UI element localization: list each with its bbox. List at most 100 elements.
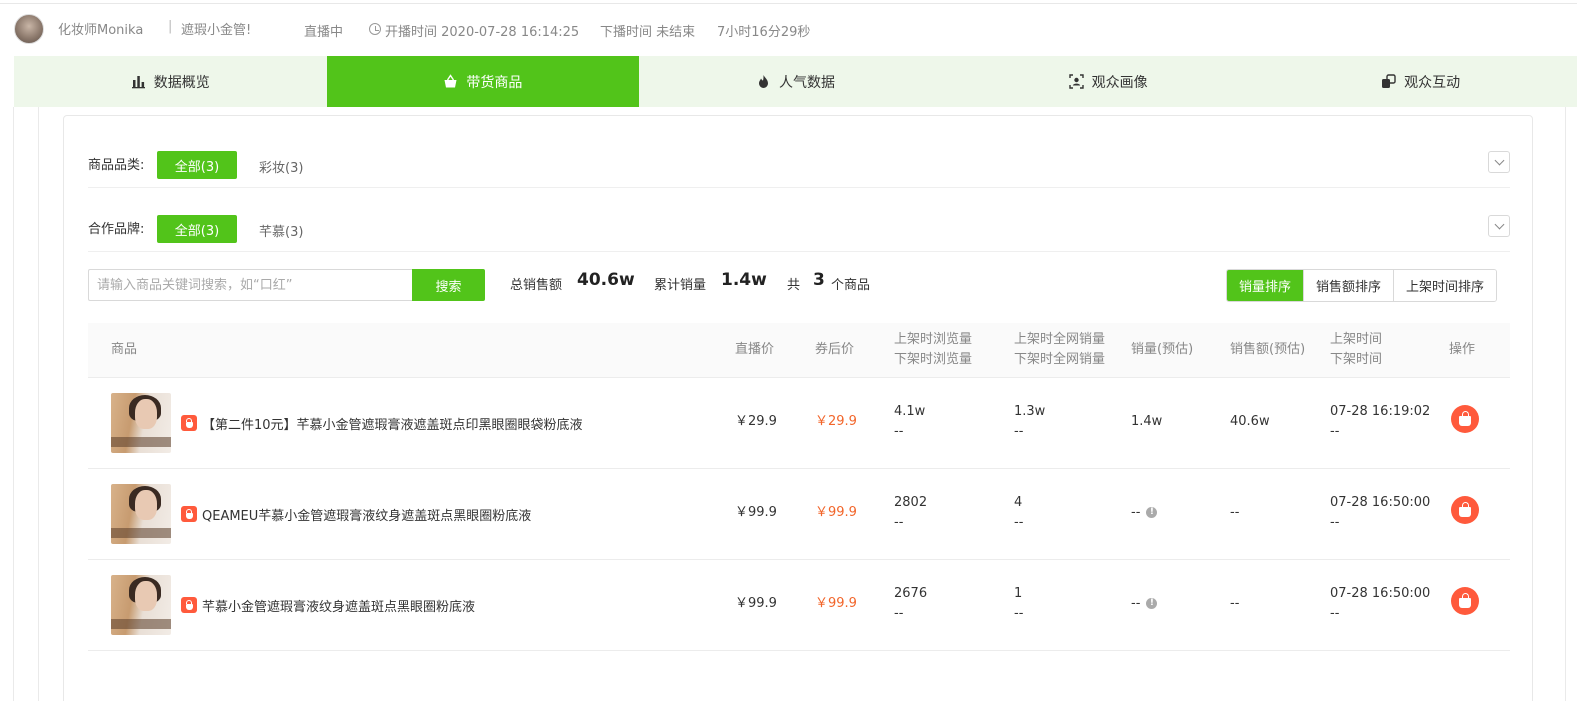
tab-data-overview[interactable]: 数据概览 <box>14 56 327 107</box>
category-all-button[interactable]: 全部(3) <box>157 151 237 179</box>
clock-icon <box>369 23 381 35</box>
live-price: ￥99.9 <box>735 505 777 520</box>
info-icon[interactable]: ! <box>1146 507 1158 518</box>
header-time-down: 下架时间 <box>1330 352 1383 367</box>
time-down: -- <box>1330 606 1340 621</box>
live-duration: 7小时16分29秒 <box>717 25 811 40</box>
chevron-down-icon <box>1494 155 1504 165</box>
end-time: 下播时间 未结束 <box>600 25 696 40</box>
views-up: 2676 <box>894 586 928 601</box>
tab-popularity[interactable]: 人气数据 <box>639 56 952 107</box>
volume: -- <box>1131 505 1141 520</box>
side-divider <box>38 107 39 701</box>
tab-products[interactable]: 带货商品 <box>326 56 640 107</box>
coupon-price: ￥29.9 <box>815 414 857 429</box>
tab-audience-interaction[interactable]: 观众互动 <box>1264 56 1577 107</box>
views-down: -- <box>894 515 904 530</box>
tab-bar: 数据概览 带货商品 人气数据 观众画像 观众互动 <box>14 56 1577 107</box>
bar-chart-icon <box>131 76 145 89</box>
flame-icon <box>758 75 768 88</box>
revenue: -- <box>1230 596 1240 611</box>
header-action: 操作 <box>1449 342 1476 357</box>
coupon-price: ￥99.9 <box>815 505 857 520</box>
table-row: 芊慕小金管遮瑕膏液纹身遮盖斑点黑眼圈粉底液 ￥99.9 ￥99.9 2676 -… <box>88 560 1510 651</box>
category-filter: 商品品类: 全部(3) 彩妆(3) <box>88 124 1510 188</box>
live-price: ￥99.9 <box>735 596 777 611</box>
total-volume-label: 累计销量 <box>654 278 707 293</box>
product-name[interactable]: 芊慕小金管遮瑕膏液纹身遮盖斑点黑眼圈粉底液 <box>202 596 475 615</box>
time-up: 07-28 16:19:02 <box>1330 404 1431 419</box>
view-product-button[interactable] <box>1451 496 1479 524</box>
user-scan-icon <box>1068 74 1084 89</box>
tab-label: 带货商品 <box>466 74 523 91</box>
product-image[interactable] <box>111 484 171 544</box>
product-search-input[interactable] <box>88 269 412 301</box>
sort-by-sales-button[interactable]: 销售额排序 <box>1303 270 1394 301</box>
brand-filter: 合作品牌: 全部(3) 芊慕(3) <box>88 188 1510 252</box>
anchor-name[interactable]: 化妆师Monika <box>58 19 143 38</box>
volume-cell: --! <box>1131 594 1158 614</box>
product-count-suffix: 个商品 <box>831 278 871 293</box>
product-count-prefix: 共 <box>787 278 801 293</box>
header-separator: | <box>168 19 173 34</box>
live-title: 遮瑕小金管! <box>181 23 252 38</box>
live-header: 化妆师Monika | 遮瑕小金管! 直播中 开播时间 2020-07-28 1… <box>0 4 1577 56</box>
category-expand-button[interactable] <box>1488 151 1510 173</box>
brand-option-qianmu[interactable]: 芊慕(3) <box>259 221 303 240</box>
brand-expand-button[interactable] <box>1488 215 1510 237</box>
interaction-icon <box>1382 74 1396 88</box>
avatar[interactable] <box>14 14 44 44</box>
side-divider <box>1565 107 1566 701</box>
net-sales-down: -- <box>1014 606 1024 621</box>
tab-label: 数据概览 <box>153 74 210 91</box>
view-product-button[interactable] <box>1451 587 1479 615</box>
chevron-down-icon <box>1494 219 1504 229</box>
view-product-button[interactable] <box>1451 405 1479 433</box>
tmall-bag-icon <box>181 415 197 431</box>
header-views-up: 上架时浏览量 <box>894 332 973 347</box>
sort-group: 销量排序 销售额排序 上架时间排序 <box>1226 269 1498 302</box>
brand-all-button[interactable]: 全部(3) <box>157 215 237 243</box>
info-icon[interactable]: ! <box>1146 598 1158 609</box>
header-views-down: 下架时浏览量 <box>894 352 973 367</box>
live-price: ￥29.9 <box>735 414 777 429</box>
tmall-bag-icon <box>181 597 197 613</box>
search-button[interactable]: 搜索 <box>412 269 485 301</box>
category-filter-label: 商品品类: <box>88 158 145 173</box>
product-image[interactable] <box>111 575 171 635</box>
table-row: 【第二件10元】芊慕小金管遮瑕膏液遮盖斑点印黑眼圈眼袋粉底液 ￥29.9 ￥29… <box>88 378 1510 469</box>
header-revenue: 销售额(预估) <box>1230 342 1306 357</box>
revenue: 40.6w <box>1230 414 1270 429</box>
net-sales-up: 1 <box>1014 586 1023 601</box>
shopping-bag-icon <box>1459 593 1471 608</box>
tab-label: 观众互动 <box>1404 74 1461 91</box>
tab-audience-profile[interactable]: 观众画像 <box>952 56 1265 107</box>
coupon-price: ￥99.9 <box>815 596 857 611</box>
header-net-sales-up: 上架时全网销量 <box>1014 332 1106 347</box>
live-status: 直播中 <box>304 25 344 40</box>
shopping-bag-icon <box>1459 411 1471 426</box>
products-panel: 商品品类: 全部(3) 彩妆(3) 合作品牌: 全部(3) 芊慕(3) 搜索 总… <box>63 115 1533 701</box>
header-time-up: 上架时间 <box>1330 332 1383 347</box>
net-sales-up: 1.3w <box>1014 404 1046 419</box>
views-down: -- <box>894 606 904 621</box>
sort-by-time-button[interactable]: 上架时间排序 <box>1393 270 1497 301</box>
start-time: 开播时间 2020-07-28 16:14:25 <box>385 25 580 40</box>
sort-by-volume-button[interactable]: 销量排序 <box>1227 270 1304 301</box>
product-name[interactable]: QEAMEU芊慕小金管遮瑕膏液纹身遮盖斑点黑眼圈粉底液 <box>202 505 531 524</box>
net-sales-down: -- <box>1014 515 1024 530</box>
volume-cell: --! <box>1131 503 1158 523</box>
tab-label: 人气数据 <box>778 74 835 91</box>
brand-filter-label: 合作品牌: <box>88 222 145 237</box>
time-down: -- <box>1330 515 1340 530</box>
side-divider <box>13 107 14 701</box>
category-option-makeup[interactable]: 彩妆(3) <box>259 157 303 176</box>
net-sales-down: -- <box>1014 424 1024 439</box>
table-row: QEAMEU芊慕小金管遮瑕膏液纹身遮盖斑点黑眼圈粉底液 ￥99.9 ￥99.9 … <box>88 469 1510 560</box>
time-up: 07-28 16:50:00 <box>1330 495 1431 510</box>
product-name[interactable]: 【第二件10元】芊慕小金管遮瑕膏液遮盖斑点印黑眼圈眼袋粉底液 <box>202 414 583 433</box>
product-image[interactable] <box>111 393 171 453</box>
tmall-bag-icon <box>181 506 197 522</box>
header-coupon-price: 券后价 <box>815 342 855 357</box>
total-sales-value: 40.6w <box>577 270 635 290</box>
